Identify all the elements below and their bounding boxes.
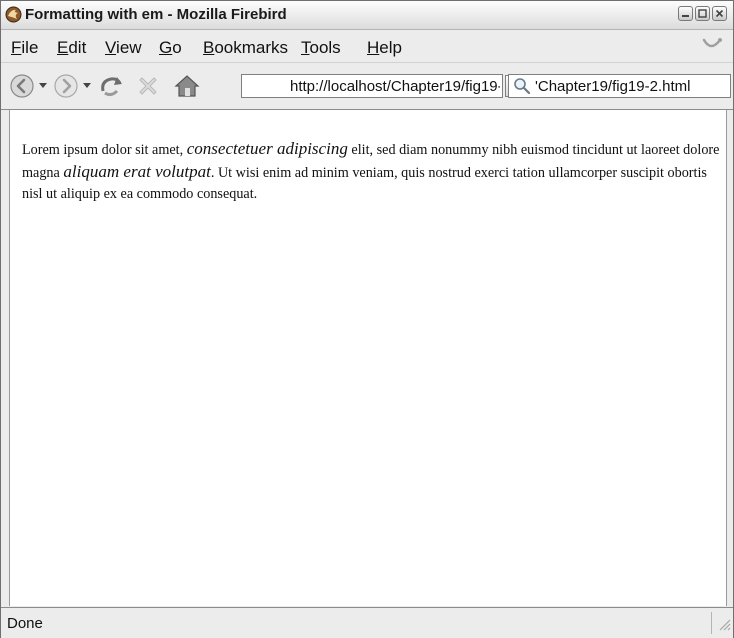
- resize-grip-icon[interactable]: [717, 617, 731, 636]
- title-bar[interactable]: Formatting with em - Mozilla Firebird: [1, 1, 733, 30]
- url-input[interactable]: http://localhost/Chapter19/fig19-2.html: [241, 74, 503, 98]
- throbber-icon: [701, 36, 723, 61]
- minimize-button[interactable]: [678, 6, 693, 21]
- lorem-paragraph: Lorem ipsum dolor sit amet, consectetuer…: [22, 139, 720, 202]
- forward-icon[interactable]: [53, 73, 79, 104]
- firebird-app-icon: [5, 6, 22, 23]
- menu-bookmarks[interactable]: Bookmarks: [203, 38, 288, 58]
- browser-window: Formatting with em - Mozilla Firebird Fi…: [0, 0, 734, 638]
- back-icon[interactable]: [9, 73, 35, 104]
- page-content: Lorem ipsum dolor sit amet, consectetuer…: [9, 110, 727, 606]
- status-text: Done: [7, 615, 43, 632]
- menu-view[interactable]: View: [105, 38, 142, 58]
- menu-go[interactable]: Go: [159, 38, 182, 58]
- menu-edit[interactable]: Edit: [57, 38, 86, 58]
- emphasis-aliquam: aliquam erat volutpat: [63, 162, 211, 181]
- window-title: Formatting with em - Mozilla Firebird: [25, 6, 287, 23]
- reload-icon[interactable]: [97, 73, 125, 104]
- status-divider: [711, 612, 712, 634]
- forward-dropdown-icon[interactable]: [83, 83, 91, 88]
- maximize-button[interactable]: [695, 6, 710, 21]
- stop-icon[interactable]: [135, 73, 161, 104]
- status-bar: Done: [1, 607, 733, 638]
- search-text: 'Chapter19/fig19-2.html: [535, 78, 691, 95]
- menu-help[interactable]: Help: [367, 38, 402, 58]
- menu-file[interactable]: File: [11, 38, 38, 58]
- navigation-toolbar: http://localhost/Chapter19/fig19-2.html …: [1, 63, 733, 110]
- search-input[interactable]: 'Chapter19/fig19-2.html: [508, 74, 731, 98]
- emphasis-consectetuer: consectetuer adipiscing: [186, 139, 348, 158]
- menu-bar: File Edit View Go Bookmarks Tools Help: [1, 30, 733, 63]
- close-button[interactable]: [712, 6, 727, 21]
- home-icon[interactable]: [173, 73, 201, 104]
- back-dropdown-icon[interactable]: [39, 83, 47, 88]
- menu-tools[interactable]: Tools: [301, 38, 341, 58]
- url-text: http://localhost/Chapter19/fig19-2.html: [290, 78, 500, 95]
- search-icon[interactable]: [512, 77, 532, 100]
